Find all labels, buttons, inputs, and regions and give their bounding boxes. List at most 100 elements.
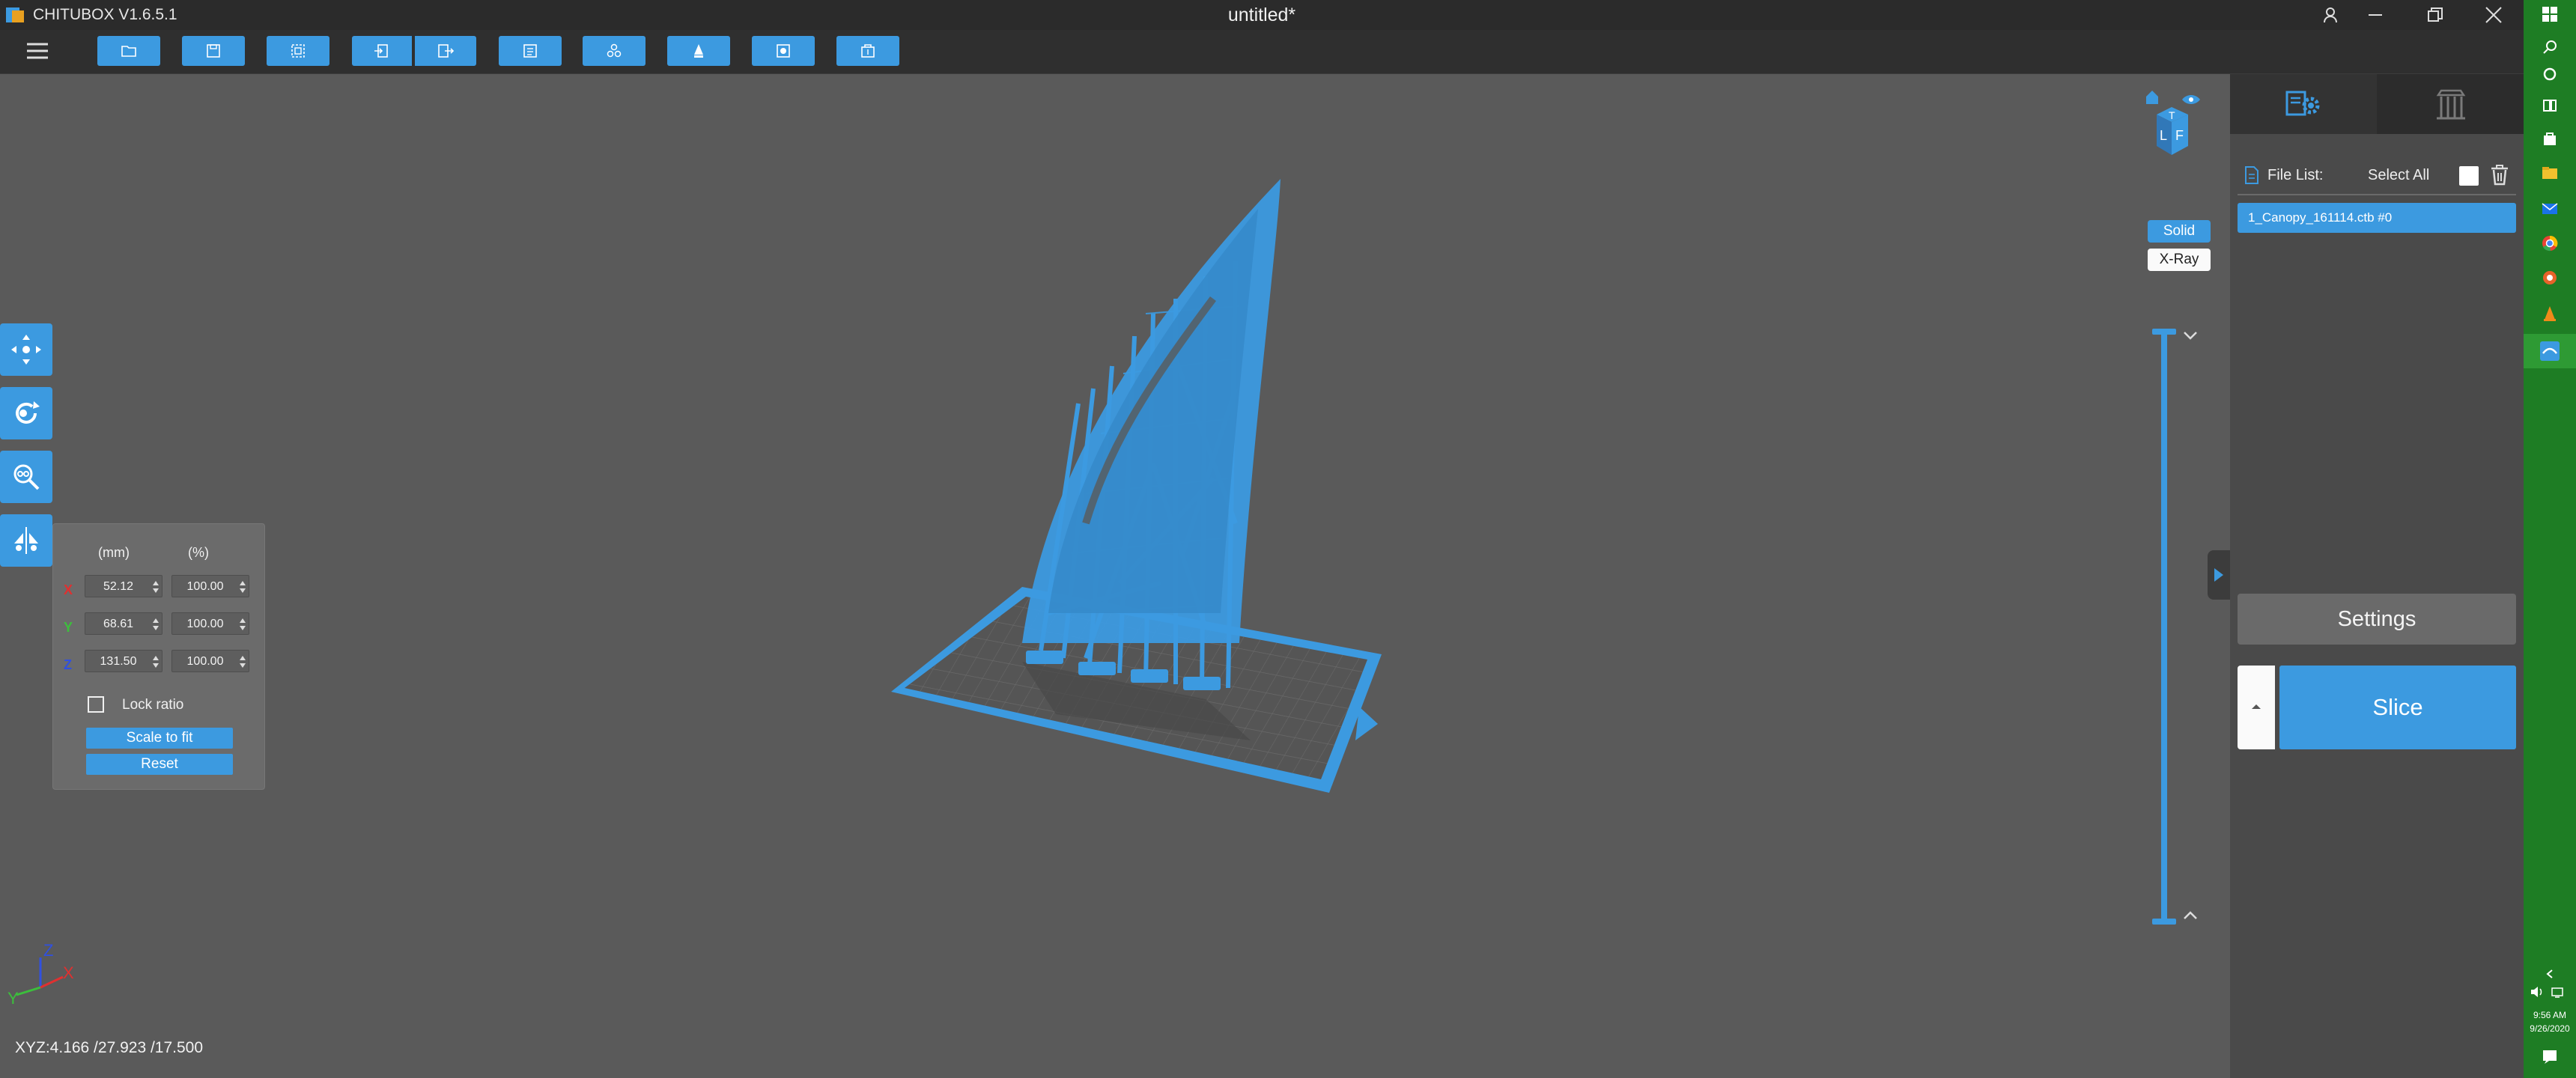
account-icon[interactable] bbox=[2308, 0, 2353, 30]
z-mm-input[interactable]: 131.50 bbox=[85, 650, 162, 672]
chrome-icon[interactable] bbox=[2539, 232, 2561, 255]
tab-model-settings[interactable] bbox=[2230, 74, 2377, 134]
title-bar: CHITUBOX V1.6.5.1 untitled* bbox=[0, 0, 2524, 30]
slice-options-button[interactable] bbox=[2238, 666, 2275, 749]
import-button[interactable] bbox=[352, 36, 412, 66]
caret-up-icon bbox=[2252, 704, 2261, 709]
add-hole-button[interactable] bbox=[752, 36, 815, 66]
build-plate-model[interactable] bbox=[861, 164, 1385, 823]
panel-tabs bbox=[2230, 74, 2524, 134]
close-icon[interactable] bbox=[2471, 0, 2516, 30]
gizmo-x-label: X bbox=[63, 963, 74, 982]
clock-date[interactable]: 9/26/2020 bbox=[2524, 1023, 2576, 1034]
x-percent-spinner-icon[interactable] bbox=[240, 579, 246, 594]
cortana-icon[interactable] bbox=[2539, 63, 2561, 85]
axis-gizmo: Z Y X bbox=[7, 941, 74, 1007]
vlc-icon[interactable] bbox=[2539, 302, 2561, 325]
home-view-icon[interactable] bbox=[2146, 91, 2158, 104]
hollow-button[interactable] bbox=[667, 36, 730, 66]
move-tool-button[interactable] bbox=[0, 323, 52, 376]
store-icon[interactable] bbox=[2539, 127, 2561, 150]
chevron-up-icon[interactable] bbox=[2182, 910, 2199, 921]
right-panel: File List: Select All 1_Canopy_161114.ct… bbox=[2208, 74, 2524, 1078]
cube-left-label: L bbox=[2160, 128, 2167, 143]
gizmo-z-label: Z bbox=[43, 941, 53, 960]
x-percent-input[interactable]: 100.00 bbox=[171, 575, 249, 597]
auto-arrange-button[interactable] bbox=[583, 36, 645, 66]
model-settings-icon bbox=[2285, 91, 2320, 116]
slice-button[interactable]: Slice bbox=[2279, 666, 2516, 749]
layer-slider-track[interactable] bbox=[2161, 332, 2167, 922]
view-cube[interactable]: T L F bbox=[2142, 86, 2202, 158]
hamburger-menu-icon[interactable] bbox=[22, 37, 52, 64]
mm-unit-label: (mm) bbox=[98, 545, 130, 560]
chevron-down-icon[interactable] bbox=[2182, 330, 2199, 341]
export-button[interactable] bbox=[415, 36, 476, 66]
y-percent-spinner-icon[interactable] bbox=[240, 617, 246, 632]
support-button[interactable] bbox=[836, 36, 899, 66]
restore-icon[interactable] bbox=[2413, 0, 2458, 30]
layout-button[interactable] bbox=[499, 36, 562, 66]
z-mm-spinner-icon[interactable] bbox=[153, 654, 159, 669]
y-mm-spinner-icon[interactable] bbox=[153, 617, 159, 632]
save-button[interactable] bbox=[182, 36, 245, 66]
x-mm-spinner-icon[interactable] bbox=[153, 579, 159, 594]
import-icon bbox=[374, 44, 388, 58]
windows-taskbar: 9:56 AM 9/26/2020 bbox=[2524, 0, 2576, 1078]
collapse-panel-button[interactable] bbox=[2208, 550, 2230, 600]
main-toolbar bbox=[0, 30, 2524, 74]
open-file-button[interactable] bbox=[97, 36, 160, 66]
3d-viewport[interactable]: (mm) (%) X 52.12 100.00 Y 68.61 100.00 Z… bbox=[0, 74, 2230, 1078]
move-icon bbox=[11, 335, 41, 365]
trash-icon[interactable] bbox=[2489, 164, 2510, 186]
file-list-item[interactable]: 1_Canopy_161114.ctb #0 bbox=[2238, 203, 2516, 233]
settings-button[interactable]: Settings bbox=[2238, 594, 2516, 645]
task-view-icon[interactable] bbox=[2539, 94, 2561, 117]
cursor-coordinates: XYZ:4.166 /27.923 /17.500 bbox=[15, 1039, 204, 1056]
rotate-tool-button[interactable] bbox=[0, 387, 52, 439]
file-list-label: File List: bbox=[2267, 167, 2324, 183]
save-icon bbox=[207, 44, 220, 58]
file-explorer-icon[interactable] bbox=[2539, 162, 2561, 184]
add-hole-icon bbox=[777, 44, 790, 58]
rotate-icon bbox=[16, 401, 40, 424]
y-axis-label: Y bbox=[64, 620, 73, 635]
xray-view-button[interactable]: X-Ray bbox=[2148, 249, 2211, 271]
export-icon bbox=[438, 44, 455, 58]
chitubox-taskbar-button[interactable] bbox=[2524, 334, 2576, 368]
app-icon[interactable] bbox=[2539, 267, 2561, 289]
lock-ratio-checkbox[interactable] bbox=[88, 696, 104, 713]
y-mm-input[interactable]: 68.61 bbox=[85, 612, 162, 635]
x-axis-label: X bbox=[64, 582, 73, 597]
file-list-icon bbox=[2245, 166, 2258, 184]
file-list-divider bbox=[2238, 194, 2516, 195]
search-icon[interactable] bbox=[2539, 36, 2561, 58]
solid-view-button[interactable]: Solid bbox=[2148, 220, 2211, 243]
reset-button[interactable]: Reset bbox=[86, 754, 233, 775]
hollow-icon bbox=[694, 44, 703, 58]
chitubox-logo-icon bbox=[6, 7, 24, 22]
x-mm-input[interactable]: 52.12 bbox=[85, 575, 162, 597]
select-all-checkbox[interactable] bbox=[2459, 166, 2479, 186]
support-icon bbox=[861, 44, 875, 58]
scale-tool-button[interactable] bbox=[0, 451, 52, 503]
scale-panel: (mm) (%) X 52.12 100.00 Y 68.61 100.00 Z… bbox=[52, 523, 265, 790]
z-percent-input[interactable]: 100.00 bbox=[171, 650, 249, 672]
auto-arrange-icon bbox=[607, 43, 622, 58]
windows-icon[interactable] bbox=[2539, 3, 2561, 25]
mail-icon[interactable] bbox=[2539, 198, 2561, 220]
z-percent-spinner-icon[interactable] bbox=[240, 654, 246, 669]
percent-unit-label: (%) bbox=[188, 545, 209, 560]
layer-slider-bottom-handle[interactable] bbox=[2152, 919, 2176, 925]
mirror-tool-button[interactable] bbox=[0, 514, 52, 567]
screenshot-button[interactable] bbox=[267, 36, 329, 66]
clock-time[interactable]: 9:56 AM bbox=[2524, 1010, 2576, 1020]
tab-support[interactable] bbox=[2377, 74, 2524, 134]
minimize-icon[interactable] bbox=[2353, 0, 2398, 30]
system-tray-icons[interactable] bbox=[2530, 981, 2570, 1003]
document-title: untitled* bbox=[1227, 4, 1296, 25]
scale-to-fit-button[interactable]: Scale to fit bbox=[86, 728, 233, 749]
y-percent-input[interactable]: 100.00 bbox=[171, 612, 249, 635]
notifications-icon[interactable] bbox=[2539, 1045, 2561, 1068]
app-title: CHITUBOX V1.6.5.1 bbox=[33, 6, 177, 23]
